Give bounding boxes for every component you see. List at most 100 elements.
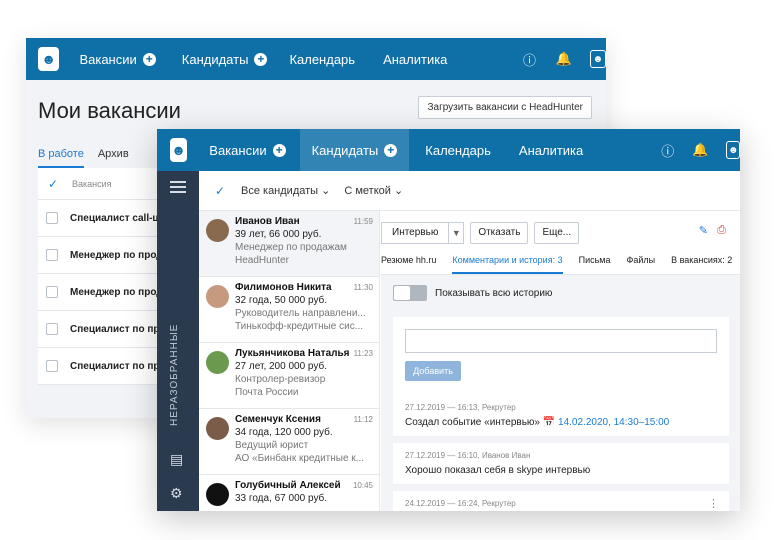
- event-meta: 24.12.2019 — 16:24, Рекрутер: [405, 499, 516, 508]
- unsorted-label[interactable]: НЕРАЗОБРАННЫЕ: [169, 324, 180, 426]
- list-item[interactable]: Лукьянчикова Наталья 11:23 27 лет, 200 0…: [199, 343, 379, 409]
- front-nav-analytics-label: Аналитика: [518, 142, 584, 158]
- chevron-down-icon: ⌄: [321, 185, 331, 197]
- pencil-icon[interactable]: ✎: [699, 224, 708, 237]
- reject-button[interactable]: Отказать: [470, 222, 529, 244]
- gear-icon[interactable]: ⚙: [170, 485, 183, 502]
- back-nav-vacancies[interactable]: Вакансии +: [79, 38, 156, 80]
- vacancy-name[interactable]: Менеджер по прод: [70, 250, 163, 261]
- back-nav-analytics[interactable]: Аналитика: [383, 38, 447, 80]
- avatar: [206, 285, 229, 308]
- tab-comments[interactable]: Комментарии и история: 3: [452, 255, 563, 274]
- list-item[interactable]: Филимонов Никита 11:30 32 года, 50 000 р…: [199, 277, 379, 343]
- tab-letters[interactable]: Письма: [579, 255, 611, 274]
- bell-icon[interactable]: 🔔: [692, 141, 708, 159]
- add-comment-button[interactable]: Добавить: [405, 361, 461, 381]
- list-item[interactable]: Семенчук Ксения 11:12 34 года, 120 000 р…: [199, 409, 379, 475]
- candidate-detail: Интервью ▼ Отказать Еще... ✎ ⎙ Резюме hh…: [381, 211, 740, 511]
- history-event: 24.12.2019 — 16:24, Рекрутер ⋮: [393, 491, 729, 511]
- plus-icon[interactable]: +: [254, 52, 268, 66]
- vacancy-name[interactable]: Менеджер по прод: [70, 287, 163, 298]
- app-logo[interactable]: ☻: [170, 138, 188, 162]
- back-nav-analytics-label: Аналитика: [383, 51, 448, 67]
- check-circle-icon[interactable]: ✓: [46, 177, 60, 191]
- candidate-name: Семенчук Ксения: [235, 414, 321, 425]
- candidate-name: Филимонов Никита: [235, 282, 332, 293]
- history-toggle[interactable]: [393, 285, 427, 301]
- more-button[interactable]: Еще...: [534, 222, 580, 244]
- back-nav-calendar[interactable]: Календарь: [289, 38, 355, 80]
- candidate-info: 34 года, 120 000 руб.: [235, 427, 333, 438]
- back-nav-candidates-label: Кандидаты: [181, 51, 249, 67]
- candidate-info: 33 года, 67 000 руб.: [235, 493, 328, 504]
- back-nav-candidates[interactable]: Кандидаты +: [182, 38, 268, 80]
- event-meta: 27.12.2019 — 16:13, Рекрутер: [405, 403, 516, 412]
- back-nav-calendar-label: Календарь: [289, 51, 356, 67]
- candidate-company: Тинькофф-кредитные сис...: [235, 321, 364, 332]
- filter-all-candidates[interactable]: Все кандидаты ⌄: [241, 184, 330, 197]
- front-nav-candidates[interactable]: Кандидаты +: [299, 129, 410, 171]
- candidate-position: Контролер-ревизор: [235, 374, 326, 385]
- event-text-label: Создал событие «интервью»: [405, 417, 540, 428]
- tab-in-work[interactable]: В работе: [38, 148, 84, 168]
- front-nav-analytics[interactable]: Аналитика: [519, 129, 583, 171]
- candidate-name: Лукьянчикова Наталья: [235, 348, 350, 359]
- menu-icon[interactable]: [170, 181, 186, 196]
- list-item[interactable]: Иванов Иван 11:59 39 лет, 66 000 руб. Ме…: [199, 211, 379, 277]
- row-checkbox[interactable]: [46, 323, 58, 335]
- page-title: Мои вакансии: [38, 98, 181, 123]
- row-checkbox[interactable]: [46, 360, 58, 372]
- candidate-company: HeadHunter: [235, 255, 289, 266]
- plus-icon[interactable]: +: [384, 143, 398, 157]
- row-checkbox[interactable]: [46, 286, 58, 298]
- history-event: 27.12.2019 — 16:10, Иванов Иван Хорошо п…: [393, 443, 729, 485]
- list-item[interactable]: Голубичный Алексей 10:45 33 года, 67 000…: [199, 475, 379, 511]
- front-topbar: ☻ Вакансии + Кандидаты + Календарь Анали…: [157, 129, 740, 171]
- event-text: Хорошо показал себя в skype интервью: [405, 465, 591, 476]
- vacancy-name[interactable]: Специалист по пр: [70, 324, 160, 335]
- vacancy-name[interactable]: Специалист по пр: [70, 361, 160, 372]
- chevron-down-icon: ⌄: [393, 185, 404, 197]
- analytics-icon[interactable]: ▤: [170, 451, 183, 468]
- help-icon[interactable]: ⓘ: [661, 141, 674, 159]
- front-nav-calendar[interactable]: Календарь: [425, 129, 491, 171]
- event-meta: 27.12.2019 — 16:10, Иванов Иван: [405, 451, 531, 460]
- kebab-menu-icon[interactable]: ⋮: [708, 497, 719, 510]
- action-bar: Интервью ▼ Отказать Еще... ✎ ⎙: [381, 211, 740, 255]
- profile-icon[interactable]: ☻: [726, 141, 740, 159]
- tab-resume[interactable]: Резюме hh.ru: [381, 255, 436, 274]
- front-nav-vacancies[interactable]: Вакансии +: [209, 129, 286, 171]
- status-select[interactable]: Интервью ▼: [381, 222, 465, 244]
- avatar: [206, 351, 229, 374]
- plus-icon[interactable]: +: [272, 143, 286, 157]
- row-checkbox[interactable]: [46, 212, 58, 224]
- candidate-info: 27 лет, 200 000 руб.: [235, 361, 327, 372]
- comment-card: Добавить: [393, 317, 729, 395]
- bell-icon[interactable]: 🔔: [556, 50, 572, 68]
- tab-archive[interactable]: Архив: [98, 148, 129, 168]
- row-checkbox[interactable]: [46, 249, 58, 261]
- comment-input[interactable]: [405, 329, 717, 353]
- candidate-name: Голубичный Алексей: [235, 480, 341, 491]
- candidate-name: Иванов Иван: [235, 216, 300, 227]
- sidebar: НЕРАЗОБРАННЫЕ ▤ ⚙: [157, 171, 199, 511]
- candidate-time: 11:30: [353, 283, 373, 292]
- help-icon[interactable]: ⓘ: [521, 50, 537, 68]
- avatar: [206, 219, 229, 242]
- tab-files[interactable]: Файлы: [626, 255, 655, 274]
- filter-tag[interactable]: С меткой ⌄: [344, 184, 403, 197]
- plus-icon[interactable]: +: [142, 52, 156, 66]
- front-nav-calendar-label: Календарь: [425, 142, 491, 158]
- check-circle-icon[interactable]: ✓: [213, 184, 227, 198]
- vacancy-name[interactable]: Специалист call-ц: [70, 213, 159, 224]
- print-icon[interactable]: ⎙: [717, 224, 726, 237]
- chevron-down-icon: ▼: [451, 228, 461, 238]
- candidate-time: 11:23: [353, 349, 373, 358]
- status-label: Интервью: [382, 223, 450, 243]
- event-link[interactable]: 14.02.2020, 14:30–15:00: [558, 417, 669, 428]
- tab-vacancies[interactable]: В вакансиях: 2: [671, 255, 732, 274]
- event-text: Создал событие «интервью» 📅 14.02.2020, …: [405, 417, 717, 428]
- load-hh-button[interactable]: Загрузить вакансии с HeadHunter: [418, 96, 592, 119]
- profile-icon[interactable]: ☻: [589, 50, 606, 68]
- app-logo[interactable]: ☻: [38, 47, 60, 71]
